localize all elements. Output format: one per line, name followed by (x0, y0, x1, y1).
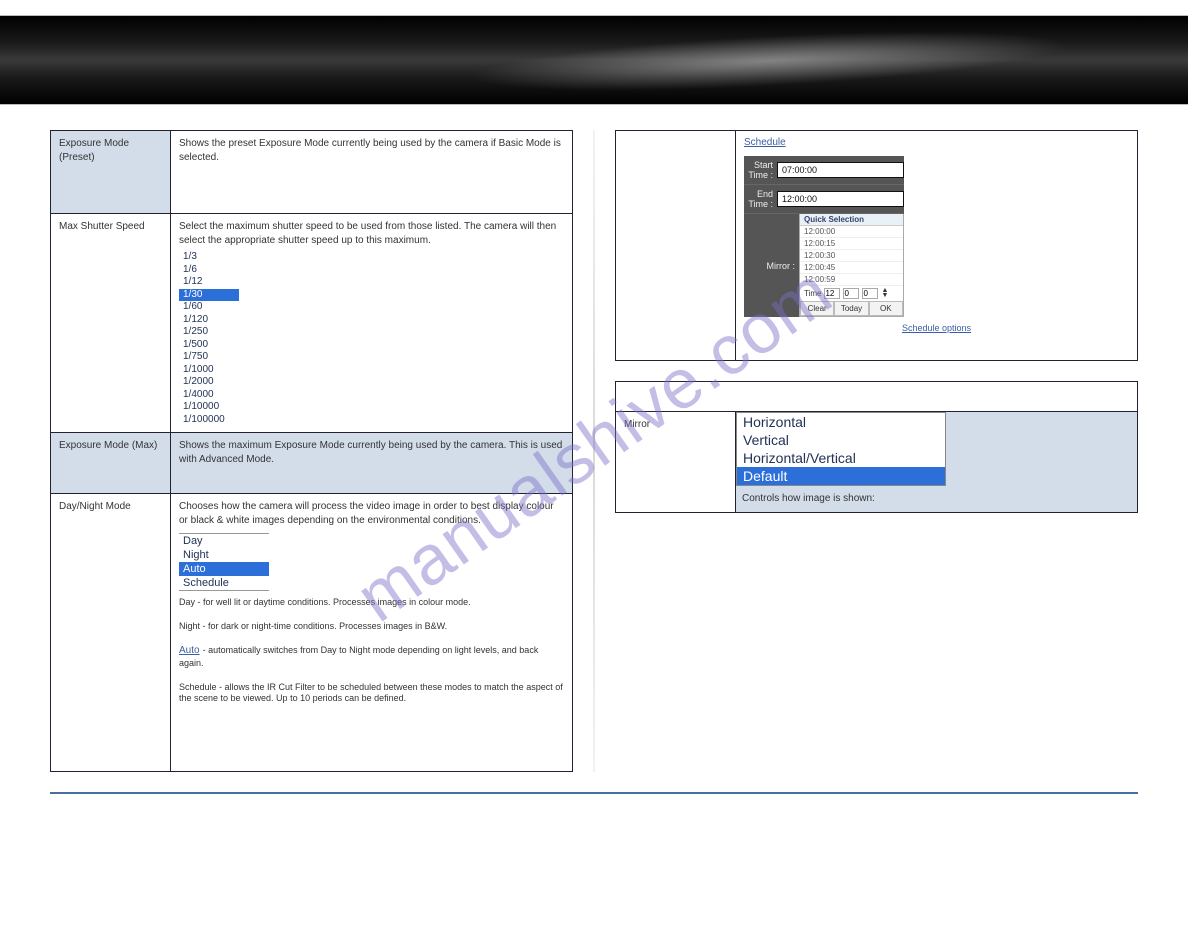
mirror-item[interactable]: Vertical (737, 431, 945, 449)
shutter-item[interactable]: 1/2000 (179, 376, 239, 389)
daynight-item[interactable]: Schedule (179, 576, 269, 590)
mirror-header (616, 382, 1138, 412)
qs-item[interactable]: 12:00:15 (800, 238, 903, 250)
today-button[interactable]: Today (834, 301, 868, 316)
clear-button[interactable]: Clear (800, 301, 834, 316)
end-time-label: End Time : (744, 185, 777, 213)
end-time-input[interactable] (777, 191, 904, 207)
shutter-item[interactable]: 1/250 (179, 326, 239, 339)
schedule-panel: Schedule Start Time : End Time : (615, 130, 1138, 361)
qs-item[interactable]: 12:00:00 (800, 226, 903, 238)
shutter-item[interactable]: 1/1000 (179, 364, 239, 377)
shutter-list[interactable]: 1/3 1/6 1/12 1/30 1/60 1/120 1/250 1/500… (179, 251, 239, 426)
left-column: Exposure Mode (Preset) Shows the preset … (50, 130, 573, 772)
schedule-label-cell (616, 131, 736, 361)
qs-time-label: Time (804, 289, 821, 298)
qs-item[interactable]: 12:00:59 (800, 274, 903, 286)
quick-selection-panel: Quick Selection 12:00:00 12:00:15 12:00:… (799, 214, 904, 317)
header-banner (0, 15, 1188, 105)
mirror-item[interactable]: Horizontal/Vertical (737, 449, 945, 467)
content-exposure-preset: Shows the preset Exposure Mode currently… (171, 131, 573, 214)
start-time-input[interactable] (777, 162, 904, 178)
mirror-panel: Mirror Horizontal Vertical Horizontal/Ve… (615, 381, 1138, 513)
qs-title: Quick Selection (800, 214, 903, 226)
mirror-content: Horizontal Vertical Horizontal/Vertical … (736, 412, 1138, 513)
mirror-list[interactable]: Horizontal Vertical Horizontal/Vertical … (736, 412, 946, 486)
shutter-item[interactable]: 1/12 (179, 276, 239, 289)
content-max-shutter: Select the maximum shutter speed to be u… (171, 214, 573, 433)
shutter-item[interactable]: 1/100000 (179, 414, 239, 427)
qs-s[interactable] (862, 288, 878, 299)
shutter-item[interactable]: 1/6 (179, 264, 239, 277)
schedule-caption: Schedule options (744, 323, 1129, 333)
label-max-shutter: Max Shutter Speed (51, 214, 171, 433)
page-content: manualshive.com Exposure Mode (Preset) S… (0, 105, 1188, 782)
label-exposure-preset: Exposure Mode (Preset) (51, 131, 171, 214)
shutter-item-selected[interactable]: 1/30 (179, 289, 239, 302)
row-max-shutter: Max Shutter Speed Select the maximum shu… (51, 214, 573, 433)
label-daynight: Day/Night Mode (51, 494, 171, 772)
row-exposure-preset: Exposure Mode (Preset) Shows the preset … (51, 131, 573, 214)
shutter-item[interactable]: 1/10000 (179, 401, 239, 414)
qs-item[interactable]: 12:00:45 (800, 262, 903, 274)
content-exposure-max: Shows the maximum Exposure Mode currentl… (171, 433, 573, 494)
qs-item[interactable]: 12:00:30 (800, 250, 903, 262)
mirror-label-cell: Mirror (616, 412, 736, 513)
column-divider (593, 130, 595, 772)
label-exposure-max: Exposure Mode (Max) (51, 433, 171, 494)
schedule-link[interactable]: Schedule (744, 137, 1129, 148)
ok-button[interactable]: OK (869, 301, 903, 316)
mirror-item[interactable]: Horizontal (737, 413, 945, 431)
content-daynight: Chooses how the camera will process the … (171, 494, 573, 772)
shutter-item[interactable]: 1/60 (179, 301, 239, 314)
row-daynight: Day/Night Mode Chooses how the camera wi… (51, 494, 573, 772)
time-widget: Start Time : End Time : Mirror : (744, 156, 904, 317)
spinner-icon[interactable]: ▲▼ (881, 289, 888, 297)
shutter-item[interactable]: 1/120 (179, 314, 239, 327)
daynight-list[interactable]: Day Night Auto Schedule (179, 533, 269, 591)
mirror-item-selected[interactable]: Default (737, 467, 945, 485)
shutter-item[interactable]: 1/4000 (179, 389, 239, 402)
start-time-label: Start Time : (744, 156, 777, 184)
daynight-item[interactable]: Day (179, 534, 269, 548)
footer-rule (50, 792, 1138, 794)
daynight-item[interactable]: Night (179, 548, 269, 562)
shutter-item[interactable]: 1/750 (179, 351, 239, 364)
row-exposure-max: Exposure Mode (Max) Shows the maximum Ex… (51, 433, 573, 494)
shutter-item[interactable]: 1/3 (179, 251, 239, 264)
qs-h[interactable] (824, 288, 840, 299)
schedule-content: Schedule Start Time : End Time : (736, 131, 1138, 361)
daynight-item-selected[interactable]: Auto (179, 562, 269, 576)
left-panel: Exposure Mode (Preset) Shows the preset … (50, 130, 573, 772)
mirror-row-label: Mirror : (744, 257, 799, 275)
shutter-item[interactable]: 1/500 (179, 339, 239, 352)
right-column: Schedule Start Time : End Time : (615, 130, 1138, 772)
auto-link[interactable]: Auto (179, 645, 200, 656)
qs-m[interactable] (843, 288, 859, 299)
